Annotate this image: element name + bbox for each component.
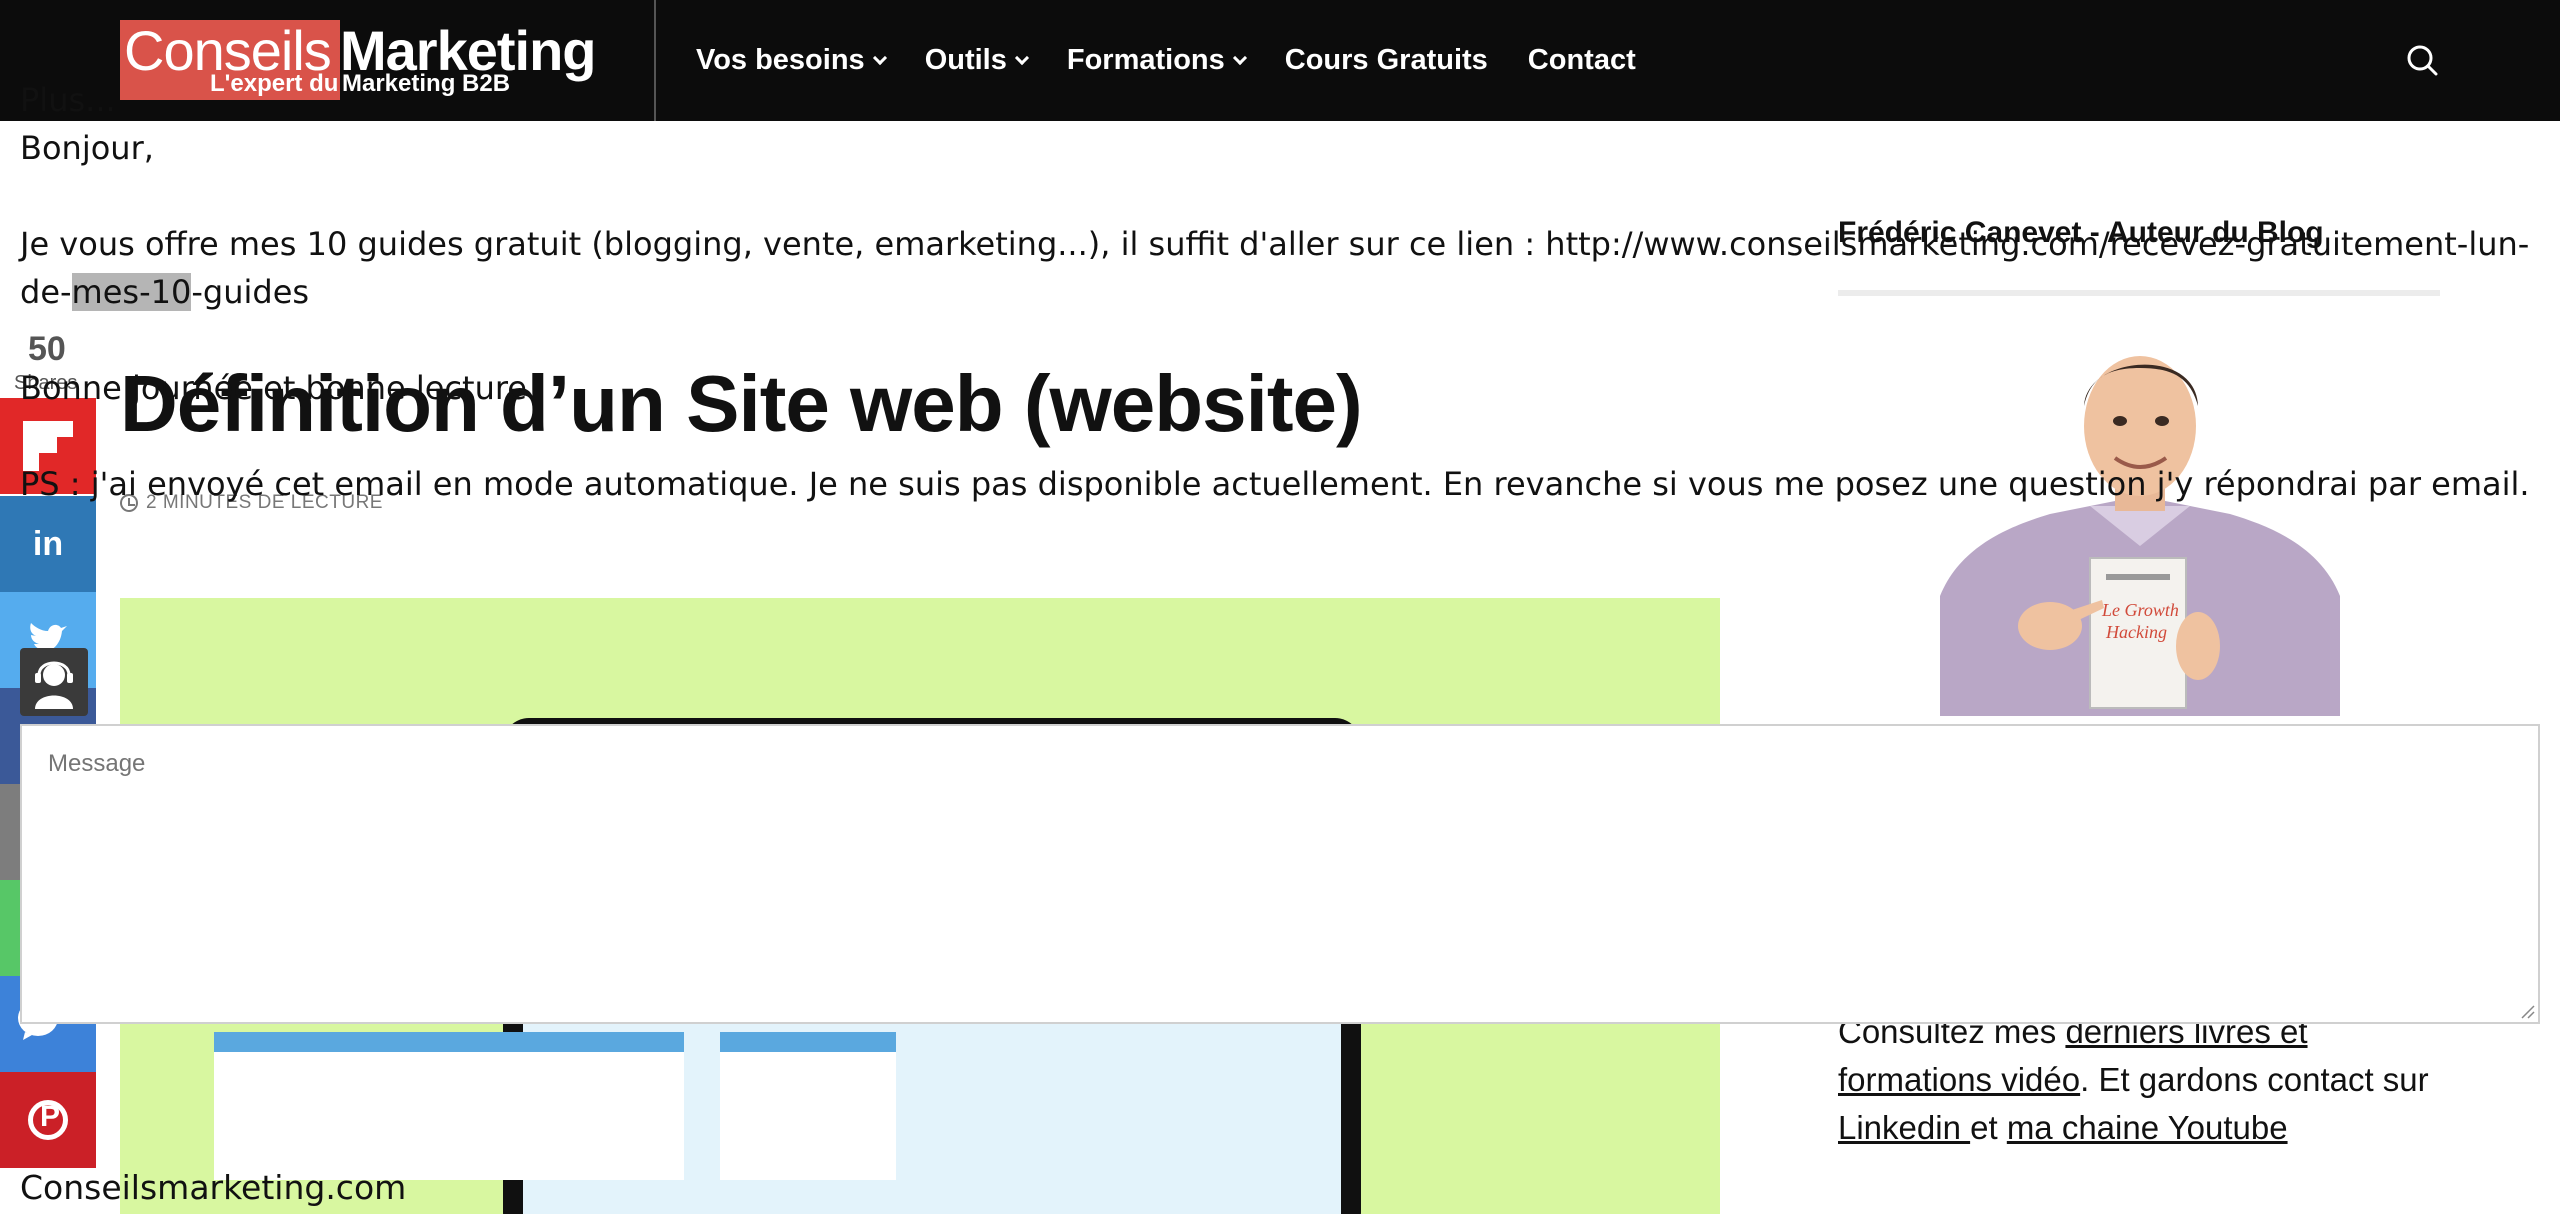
support-agent-icon — [35, 661, 73, 709]
offer-text-end: -guides — [191, 273, 310, 311]
nav-item-formations[interactable]: Formations — [1066, 44, 1247, 77]
chevron-down-icon — [872, 50, 887, 65]
guides-offer: Je vous offre mes 10 guides gratuit (blo… — [20, 220, 2540, 316]
search-icon[interactable] — [2406, 44, 2438, 76]
linkedin-link[interactable]: Linkedin — [1838, 1109, 1970, 1146]
screen-header-bar — [720, 1032, 896, 1052]
message-input[interactable] — [20, 724, 2540, 1024]
sidebar-bio-text: et — [1970, 1109, 2007, 1146]
screen-content-block — [214, 1052, 684, 1180]
pinterest-icon — [28, 1100, 68, 1140]
auto-reply-message: Plus... Bonjour, Je vous offre mes 10 gu… — [20, 76, 2540, 556]
signature-site-name: Conseilsmarketing.com — [20, 1168, 407, 1207]
nav-label: Vos besoins — [696, 44, 865, 76]
nav-item-outils[interactable]: Outils — [924, 44, 1029, 77]
nav-item-contact[interactable]: Contact — [1528, 44, 1636, 77]
nav-label: Formations — [1066, 44, 1225, 76]
nav-item-vos-besoins[interactable]: Vos besoins — [696, 44, 887, 77]
nav-item-cours-gratuits[interactable]: Cours Gratuits — [1285, 44, 1488, 77]
plus-label: Plus... — [20, 81, 116, 119]
chevron-down-icon — [1014, 50, 1029, 65]
screen-header-bar — [214, 1032, 684, 1052]
sidebar-bio-text: . Et gardons contact sur — [2080, 1061, 2429, 1098]
sign-off: Bonne journée et bonne lecture — [20, 369, 527, 407]
book-title-line2: Hacking — [2105, 622, 2167, 642]
book-title-line1: Le Growth — [2101, 600, 2179, 620]
postscript: PS : j'ai envoyé cet email en mode autom… — [20, 465, 2530, 503]
share-pinterest-button[interactable] — [0, 1072, 96, 1168]
chat-support-button[interactable] — [20, 648, 88, 716]
sidebar-bio: Consultez mes derniers livres et formati… — [1838, 1008, 2458, 1152]
offer-text: Je vous offre mes 10 guides gratuit (blo… — [20, 225, 2530, 311]
screen-content-block — [720, 1052, 896, 1180]
chevron-down-icon — [1232, 50, 1247, 65]
greeting: Bonjour, — [20, 129, 154, 167]
nav-label: Outils — [924, 44, 1007, 76]
highlighted-text: mes-10 — [71, 273, 192, 311]
nav-label: Cours Gratuits — [1284, 44, 1488, 76]
youtube-link[interactable]: ma chaine Youtube — [2007, 1109, 2288, 1146]
resize-handle-icon[interactable] — [2520, 1004, 2536, 1020]
nav-label: Contact — [1527, 44, 1636, 76]
